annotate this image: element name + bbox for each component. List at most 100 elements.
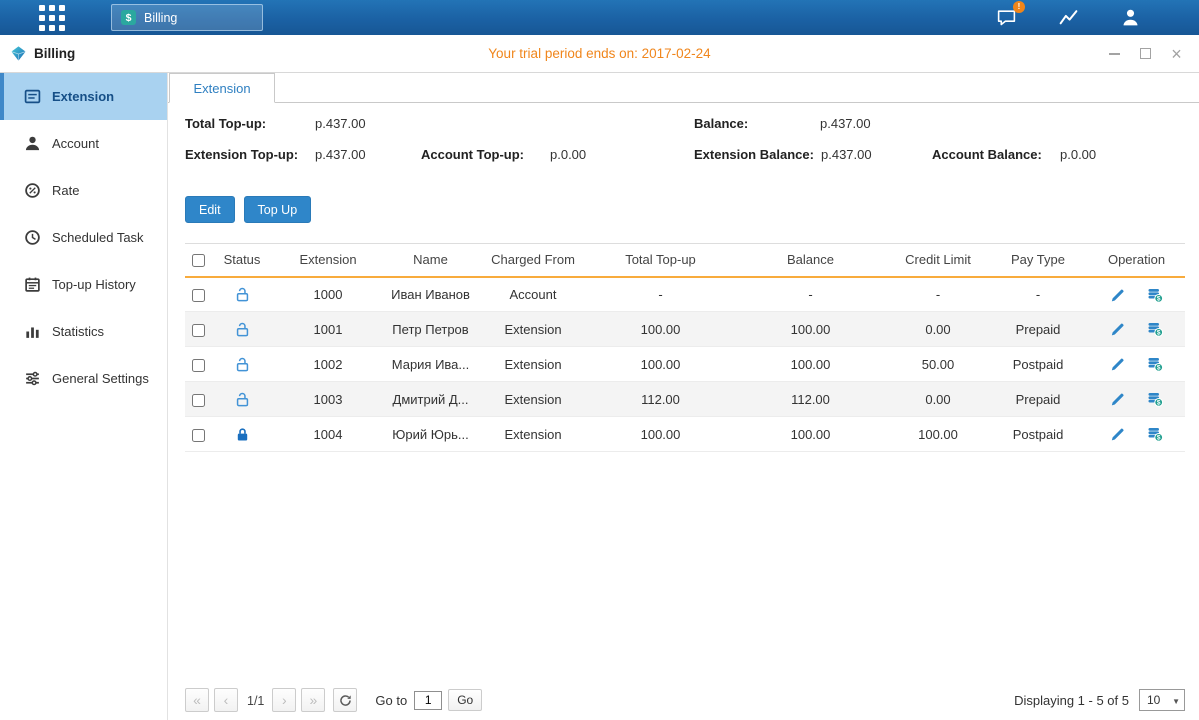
page-size-select[interactable]: 10: [1139, 689, 1185, 711]
action-buttons: Edit Top Up: [185, 196, 1199, 223]
sliders-icon: [24, 370, 41, 387]
displaying-text: Displaying 1 - 5 of 5: [1014, 693, 1129, 708]
top-up-icon[interactable]: [1147, 287, 1163, 303]
bar-chart-icon: [24, 323, 41, 340]
total-topup-value: p.437.00: [315, 116, 366, 131]
status-unlocked-icon: [235, 287, 250, 302]
account-balance-value: p.0.00: [1060, 147, 1096, 162]
go-button[interactable]: Go: [448, 689, 482, 711]
close-icon[interactable]: [1170, 47, 1183, 60]
goto-label: Go to: [375, 693, 407, 708]
table-header-row: StatusExtensionNameCharged FromTotal Top…: [185, 244, 1185, 277]
extension-icon: [24, 88, 41, 105]
apps-grid-icon[interactable]: [39, 5, 65, 31]
prev-page-icon[interactable]: [214, 688, 238, 712]
row-checkbox[interactable]: [192, 324, 205, 337]
next-page-icon[interactable]: [272, 688, 296, 712]
page-size-value: 10: [1147, 693, 1160, 707]
sidebar-item-topup-history[interactable]: Top-up History: [0, 261, 167, 308]
cell-charged-from: Extension: [478, 417, 588, 452]
last-page-icon[interactable]: [301, 688, 325, 712]
column-header-pay-type: Pay Type: [988, 244, 1088, 277]
statistics-chart-icon[interactable]: [1055, 6, 1081, 30]
table-row: 1003 Дмитрий Д... Extension 112.00 112.0…: [185, 382, 1185, 417]
cell-total-topup: -: [588, 277, 733, 312]
top-up-icon[interactable]: [1147, 321, 1163, 337]
window-title: Billing: [34, 46, 75, 61]
top-up-button[interactable]: Top Up: [244, 196, 312, 223]
row-checkbox[interactable]: [192, 429, 205, 442]
cell-pay-type: Prepaid: [988, 312, 1088, 347]
status-unlocked-icon: [235, 357, 250, 372]
sidebar-item-general-settings[interactable]: General Settings: [0, 355, 167, 402]
first-page-icon[interactable]: [185, 688, 209, 712]
edit-icon[interactable]: [1110, 321, 1126, 337]
cell-credit-limit: 0.00: [888, 312, 988, 347]
pagination-bar: 1/1 Go to Go Displaying 1 - 5 of 5 10: [185, 688, 1185, 712]
trial-notice: Your trial period ends on: 2017-02-24: [0, 46, 1199, 61]
topbar-right-icons: [993, 6, 1199, 30]
table-row: 1004 Юрий Юрь... Extension 100.00 100.00…: [185, 417, 1185, 452]
column-header-extension: Extension: [273, 244, 383, 277]
sidebar-item-label: Scheduled Task: [52, 230, 144, 245]
edit-icon[interactable]: [1110, 426, 1126, 442]
page-indicator: 1/1: [247, 694, 264, 708]
cell-charged-from: Account: [478, 277, 588, 312]
cell-balance: 112.00: [733, 382, 888, 417]
row-checkbox[interactable]: [192, 394, 205, 407]
cell-total-topup: 100.00: [588, 347, 733, 382]
sidebar-item-label: Top-up History: [52, 277, 136, 292]
messages-icon[interactable]: [993, 6, 1019, 30]
top-up-icon[interactable]: [1147, 426, 1163, 442]
cell-charged-from: Extension: [478, 382, 588, 417]
cell-total-topup: 100.00: [588, 312, 733, 347]
notification-badge: [1013, 1, 1025, 13]
rate-icon: [24, 182, 41, 199]
sidebar-item-rate[interactable]: Rate: [0, 167, 167, 214]
column-header-status: Status: [211, 244, 273, 277]
column-header-operation: Operation: [1088, 244, 1185, 277]
sidebar-item-label: Rate: [52, 183, 79, 198]
cell-extension: 1003: [273, 382, 383, 417]
clock-icon: [24, 229, 41, 246]
cell-total-topup: 100.00: [588, 417, 733, 452]
row-checkbox[interactable]: [192, 359, 205, 372]
status-locked-icon: [235, 427, 250, 442]
edit-icon[interactable]: [1110, 391, 1126, 407]
refresh-icon[interactable]: [333, 688, 357, 712]
goto-page-input[interactable]: [414, 691, 442, 710]
user-icon[interactable]: [1117, 6, 1143, 30]
sidebar-item-account[interactable]: Account: [0, 120, 167, 167]
cell-name: Дмитрий Д...: [383, 382, 478, 417]
sidebar-item-label: General Settings: [52, 371, 149, 386]
maximize-icon[interactable]: [1139, 47, 1152, 60]
main-content: Extension Total Top-up: p.437.00 Balance…: [168, 73, 1199, 720]
cell-credit-limit: -: [888, 277, 988, 312]
window-controls: [1108, 47, 1183, 60]
extension-balance-value: p.437.00: [821, 147, 872, 162]
total-topup-label: Total Top-up:: [185, 116, 266, 131]
column-header-name: Name: [383, 244, 478, 277]
sidebar-item-scheduled-task[interactable]: Scheduled Task: [0, 214, 167, 261]
edit-button[interactable]: Edit: [185, 196, 235, 223]
sidebar: Extension Account Rate Scheduled Task To…: [0, 73, 168, 720]
top-up-icon[interactable]: [1147, 391, 1163, 407]
tab-extension[interactable]: Extension: [169, 73, 275, 103]
sidebar-item-extension[interactable]: Extension: [0, 73, 167, 120]
edit-icon[interactable]: [1110, 287, 1126, 303]
column-header-total-top-up: Total Top-up: [588, 244, 733, 277]
edit-icon[interactable]: [1110, 356, 1126, 372]
account-topup-label: Account Top-up:: [421, 147, 524, 162]
topbar-tab-billing[interactable]: Billing: [111, 4, 263, 31]
cell-name: Юрий Юрь...: [383, 417, 478, 452]
cell-pay-type: -: [988, 277, 1088, 312]
row-checkbox[interactable]: [192, 289, 205, 302]
select-all-checkbox[interactable]: [192, 254, 205, 267]
minimize-icon[interactable]: [1108, 47, 1121, 60]
sidebar-item-statistics[interactable]: Statistics: [0, 308, 167, 355]
topbar-tab-label: Billing: [144, 11, 177, 25]
top-up-icon[interactable]: [1147, 356, 1163, 372]
billing-gem-icon: [10, 45, 27, 62]
cell-charged-from: Extension: [478, 312, 588, 347]
cell-balance: 100.00: [733, 312, 888, 347]
